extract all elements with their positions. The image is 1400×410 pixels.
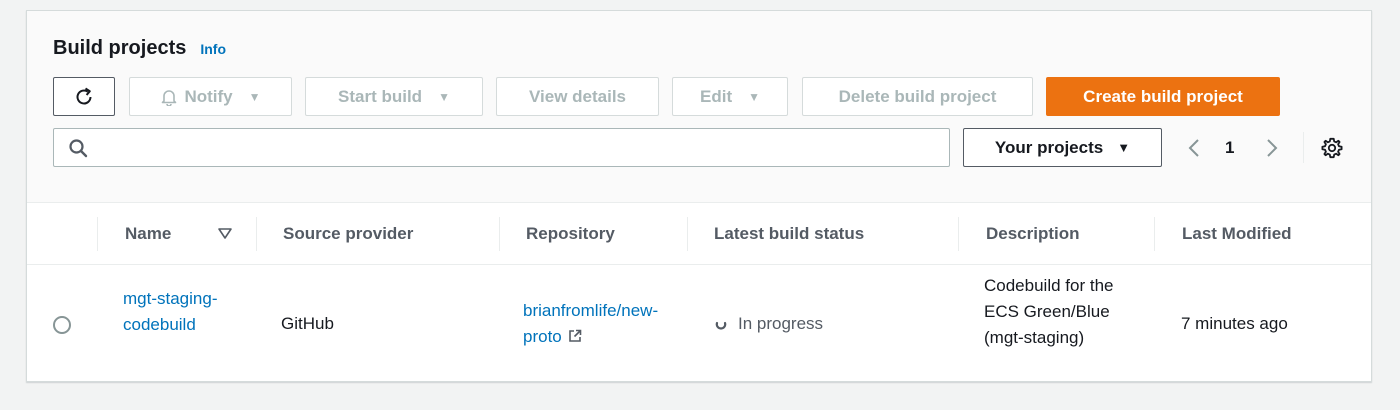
start-build-button[interactable]: Start build ▼: [305, 77, 483, 116]
view-details-button[interactable]: View details: [496, 77, 659, 116]
delete-build-project-button[interactable]: Delete build project: [802, 77, 1033, 116]
caret-down-icon: ▼: [438, 89, 450, 104]
row-select-radio[interactable]: [53, 316, 71, 334]
info-link[interactable]: Info: [200, 41, 226, 57]
refresh-button[interactable]: [53, 77, 115, 116]
column-divider: [958, 217, 959, 251]
gear-icon[interactable]: [1321, 137, 1343, 159]
notify-label: Notify: [184, 86, 233, 106]
create-build-project-button[interactable]: Create build project: [1046, 77, 1280, 116]
notify-button[interactable]: Notify ▼: [129, 77, 292, 116]
table-row: mgt-staging-codebuild GitHub brianfromli…: [27, 266, 1371, 383]
create-label: Create build project: [1083, 86, 1243, 106]
column-divider: [1154, 217, 1155, 251]
search-field[interactable]: [53, 128, 950, 167]
panel-header: Build projects Info Notify ▼ Start build…: [27, 11, 1371, 203]
last-modified-cell: 7 minutes ago: [1181, 314, 1288, 333]
column-header-latest-build-status: Latest build status: [714, 224, 865, 243]
column-divider: [97, 217, 98, 251]
source-provider-cell: GitHub: [281, 314, 334, 333]
bell-icon: [162, 89, 177, 106]
in-progress-spinner-icon: [715, 321, 727, 330]
table-header: Name Source provider Repository Latest b…: [27, 203, 1371, 265]
search-icon: [69, 139, 88, 158]
description-cell: Codebuild for the ECS Green/Blue (mgt-st…: [984, 276, 1114, 347]
column-header-last-modified: Last Modified: [1182, 224, 1292, 243]
caret-down-icon: ▼: [248, 89, 261, 104]
column-divider: [499, 217, 500, 251]
refresh-icon: [76, 87, 92, 104]
column-header-name[interactable]: Name: [125, 203, 171, 265]
current-page-number[interactable]: 1: [1225, 128, 1234, 167]
search-input[interactable]: [98, 133, 938, 163]
view-details-label: View details: [528, 86, 626, 106]
build-status-label: In progress: [738, 314, 824, 333]
edit-label: Edit: [700, 86, 733, 106]
page-title: Build projects: [53, 37, 187, 59]
edit-button[interactable]: Edit ▼: [672, 77, 788, 116]
column-header-repository: Repository: [526, 224, 615, 243]
next-page-button[interactable]: [1262, 128, 1282, 167]
column-header-source-provider: Source provider: [283, 224, 414, 243]
previous-page-button[interactable]: [1184, 128, 1204, 167]
chevron-left-icon: [1188, 138, 1199, 157]
scope-selected-label: Your projects: [994, 137, 1104, 157]
start-build-label: Start build: [338, 86, 423, 106]
title-row: Build projects Info: [53, 37, 226, 60]
chevron-right-icon: [1267, 138, 1278, 157]
build-projects-panel: Build projects Info Notify ▼ Start build…: [26, 10, 1372, 382]
projects-scope-select[interactable]: Your projects ▼: [963, 128, 1162, 167]
build-status-cell: In progress: [714, 311, 823, 337]
caret-down-icon: ▼: [1117, 140, 1131, 155]
column-header-description: Description: [986, 224, 1080, 243]
delete-label: Delete build project: [838, 86, 997, 106]
sort-descending-icon[interactable]: [217, 226, 233, 242]
project-name-link[interactable]: mgt-staging-codebuild: [123, 286, 243, 338]
column-divider: [256, 217, 257, 251]
caret-down-icon: ▼: [748, 89, 760, 104]
repository-link-label: brianfromlife/new-proto: [523, 301, 659, 346]
external-link-icon: [568, 329, 582, 342]
divider: [1303, 132, 1304, 163]
column-divider: [687, 217, 688, 251]
repository-link[interactable]: brianfromlife/new-proto: [523, 298, 663, 350]
